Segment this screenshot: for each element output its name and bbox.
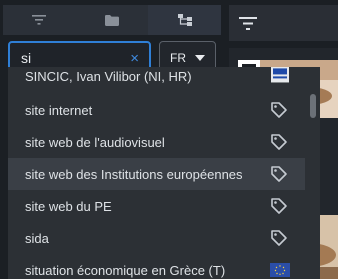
right-panel-header <box>229 5 338 41</box>
language-selected: FR <box>170 51 186 65</box>
clear-icon[interactable]: × <box>130 51 139 66</box>
person-badge-icon <box>271 67 289 83</box>
suggestion-item[interactable]: site web du PE <box>8 190 305 222</box>
suggestion-label: site web du PE <box>25 198 112 214</box>
folder-icon <box>105 14 119 26</box>
suggestion-label: sida <box>25 230 49 246</box>
tag-icon <box>271 102 287 118</box>
tag-icon <box>271 230 287 246</box>
suggestion-item[interactable]: site web de l'audiovisuel <box>8 126 305 158</box>
hierarchy-icon <box>177 14 192 26</box>
dropdown-scrollbar[interactable] <box>310 94 316 118</box>
suggestion-label: site internet <box>25 102 93 118</box>
filter-icon <box>32 15 47 25</box>
tag-icon <box>271 166 287 182</box>
suggestion-item[interactable]: sida <box>8 222 305 254</box>
tab-hierarchy[interactable] <box>148 5 222 35</box>
suggestion-dropdown: SINCIC, Ivan Vilibor (NI, HR) site inter… <box>8 67 320 279</box>
tab-folder[interactable] <box>76 5 149 35</box>
suggestion-label: site web de l'audiovisuel <box>25 134 165 150</box>
tag-icon <box>271 134 287 150</box>
suggestion-item[interactable]: site internet <box>8 94 305 126</box>
search-input[interactable] <box>21 50 131 66</box>
tab-filter[interactable] <box>3 5 76 35</box>
app-root: × FR SINCIC, Ivan Vilibor (NI, HR) site … <box>0 0 338 279</box>
tag-icon <box>271 198 287 214</box>
filter-icon[interactable] <box>239 16 257 30</box>
eu-flag-icon <box>270 263 290 277</box>
suggestion-label: SINCIC, Ivan Vilibor (NI, HR) <box>25 68 192 84</box>
suggestion-label: situation économique en Grèce (T) <box>25 262 226 278</box>
caret-down-icon <box>195 55 205 61</box>
suggestion-label: site web des Institutions européennes <box>25 166 243 182</box>
left-panel-tabbar <box>3 5 222 35</box>
suggestion-item[interactable]: situation économique en Grèce (T) <box>8 254 305 279</box>
suggestion-item-highlighted[interactable]: site web des Institutions européennes <box>8 158 305 190</box>
suggestion-item[interactable]: SINCIC, Ivan Vilibor (NI, HR) <box>8 67 305 89</box>
